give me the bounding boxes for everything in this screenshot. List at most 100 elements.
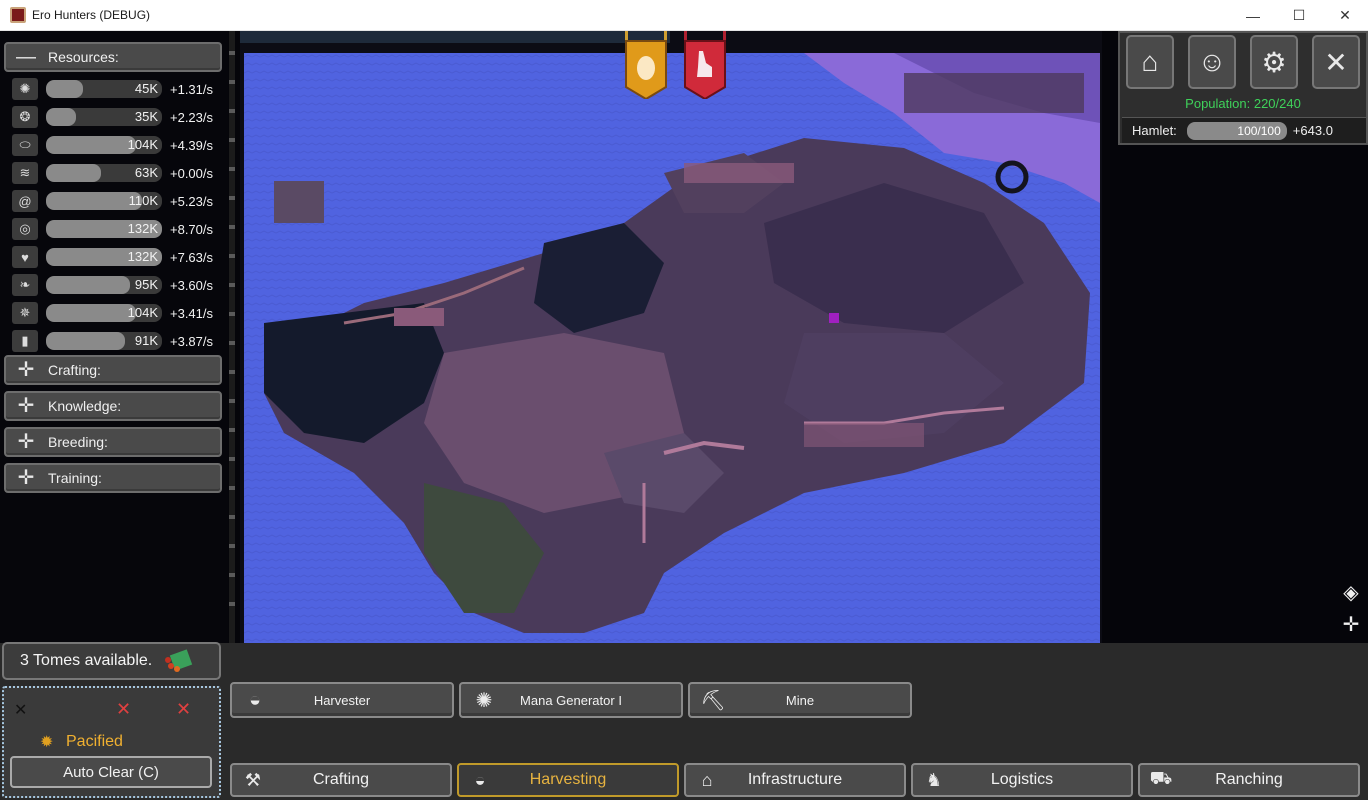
characters-button[interactable]: ☺ [1188,35,1236,89]
move-icon: ✛ [1342,613,1360,636]
dismiss-icon[interactable]: ✕ [14,700,27,720]
tab-logistics[interactable]: ♞ Logistics [911,763,1133,797]
resource-row: ▮ 91K +3.87/s [12,329,224,353]
resource-rate: +3.41/s [170,305,214,321]
meat-icon: ❂ [12,106,38,128]
scroll-tick [229,486,235,490]
build-harvester-button[interactable]: ◒ Harvester [230,682,454,718]
basket-icon: ◒ [474,769,486,790]
layers-button[interactable]: ◈ [1336,577,1366,607]
app-icon [10,7,26,23]
scroll-tick [229,370,235,374]
close-panel-button[interactable]: ✕ [1312,35,1360,89]
hamlet-value: 100/100 [1237,123,1281,138]
population-label: Population: 220/240 [1185,96,1301,111]
gate-button[interactable]: ⌂ [1126,35,1174,89]
tomes-button[interactable]: 3 Tomes available. [2,642,221,680]
layers-icon: ◈ [1343,581,1359,604]
seed-icon: ✵ [12,302,38,324]
basket-icon: ◒ [248,688,262,711]
resource-value: 104K [127,137,158,152]
training-header[interactable]: ✛ Training: [4,463,222,493]
settings-button[interactable]: ⚙ [1250,35,1298,89]
resource-rate: +3.60/s [170,277,214,293]
close-icon: ✕ [1324,46,1348,78]
cancel-icon[interactable]: ✕ [176,699,191,720]
hamlet-progress-bar: 100/100 [1186,121,1287,140]
island-map[interactable] [244,53,1100,643]
expand-icon: ✛ [17,395,35,417]
knowledge-header[interactable]: ✛ Knowledge: [4,391,222,421]
status-box: ✕ ✕ ✕ ✹ Pacified Auto Clear (C) [2,686,221,798]
scroll-tick [229,341,235,345]
breeding-header[interactable]: ✛ Breeding: [4,427,222,457]
book-icon [165,649,193,672]
map-edge [240,31,670,43]
resources-header[interactable]: ― Resources: [4,42,222,72]
maximize-button[interactable]: ☐ [1276,0,1322,31]
sidebar-scrollbar[interactable] [229,31,235,643]
mana-icon: ✺ [475,689,493,712]
resource-value: 35K [134,109,158,124]
expand-icon: ✛ [17,467,35,489]
resource-value: 91K [134,333,158,348]
resource-rate: +8.70/s [170,221,214,237]
tab-infrastructure[interactable]: ⌂ Infrastructure [684,763,906,797]
window-title: Ero Hunters (DEBUG) [32,8,151,22]
resource-fill [46,164,101,182]
title-bar: Ero Hunters (DEBUG) — ☐ ✕ [0,0,1368,31]
scroll-tick [229,254,235,258]
gate-icon: ⌂ [701,769,713,790]
resource-bar: 132K [46,220,162,238]
egg-banner-icon[interactable] [625,31,667,99]
pickaxe-icon: ⛏ [700,689,726,712]
scroll-tick [229,51,235,55]
resource-value: 132K [127,221,158,236]
fiber-icon: ◎ [12,218,38,240]
tab-crafting[interactable]: ⚒ Crafting [230,763,452,797]
tab-label: Infrastructure [747,771,843,788]
pacified-label: Pacified [66,733,123,750]
build-label: Mana Generator I [520,692,622,708]
resource-rate: +2.23/s [170,109,214,125]
auto-clear-button[interactable]: Auto Clear (C) [10,756,212,788]
world-map[interactable] [244,53,1100,643]
resource-value: 104K [127,305,158,320]
scroll-tick [229,283,235,287]
resource-value: 63K [134,165,158,180]
resource-value: 45K [134,81,158,96]
resource-row: ⬭ 104K +4.39/s [12,133,224,157]
heart-icon: ♥ [12,246,38,268]
scroll-tick [229,602,235,606]
resource-bar: 104K [46,304,162,322]
move-button[interactable]: ✛ [1336,609,1366,639]
tab-ranching[interactable]: ⛟ Ranching [1138,763,1360,797]
crafting-header[interactable]: ✛ Crafting: [4,355,222,385]
scroll-tick [229,109,235,113]
hamlet-row: Hamlet: 100/100 +643.0 [1122,117,1366,143]
resource-rate: +0.00/s [170,165,214,181]
rabbit-banner-icon[interactable] [684,31,726,99]
resource-fill [46,276,130,294]
scroll-tick [229,138,235,142]
tab-harvesting[interactable]: ◒ Harvesting [457,763,679,797]
resource-fill [46,80,84,98]
wood-icon: ≋ [12,162,38,184]
build-label: Mine [785,692,815,708]
resource-bar: 110K [46,192,162,210]
resources-label: Resources: [48,49,119,65]
resource-fill [46,108,77,126]
cancel-icon[interactable]: ✕ [116,699,131,720]
build-mine-button[interactable]: ⛏ Mine [688,682,912,718]
build-mana-generator-button[interactable]: ✺ Mana Generator I [459,682,683,718]
close-window-button[interactable]: ✕ [1322,0,1368,31]
resource-bar: 95K [46,276,162,294]
pacified-icon: ✹ [40,734,54,751]
resource-rate: +4.39/s [170,137,214,153]
minimize-button[interactable]: — [1230,0,1276,31]
scroll-tick [229,167,235,171]
expand-icon: ✛ [17,431,35,453]
scroll-tick [229,515,235,519]
resource-row: ✵ 104K +3.41/s [12,301,224,325]
resource-row: ✺ 45K +1.31/s [12,77,224,101]
